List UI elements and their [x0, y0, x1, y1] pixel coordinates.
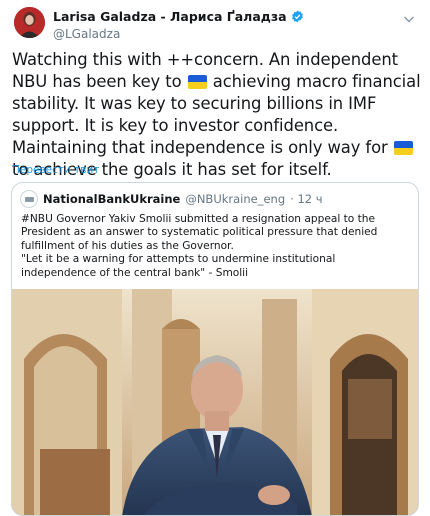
quoted-tweet-header: NationalBankUkraine @NBUkraine_eng · 12 … — [20, 190, 323, 208]
avatar-photo — [14, 7, 45, 38]
quoted-avatar — [20, 190, 38, 208]
display-name[interactable]: Larisa Galadza - Лариса Ґаладза — [53, 9, 287, 24]
quoted-tweet[interactable]: NationalBankUkraine @NBUkraine_eng · 12 … — [11, 182, 419, 516]
ukraine-flag-emoji — [187, 75, 207, 89]
tweet-header: Larisa Galadza - Лариса Ґаладза @LGaladz… — [53, 9, 390, 41]
quoted-user-handle: @NBUkraine_eng — [185, 192, 286, 206]
quoted-tweet-text: #NBU Governor Yakiv Smolii submitted a r… — [21, 213, 378, 279]
quoted-display-name: NationalBankUkraine — [43, 192, 181, 206]
name-line: Larisa Galadza - Лариса Ґаладза — [53, 9, 390, 24]
translate-tweet-link[interactable]: Перевести твит — [12, 164, 99, 176]
quoted-tweet-photo[interactable] — [12, 289, 418, 515]
tweet: Larisa Galadza - Лариса Ґаладза @LGaladz… — [0, 0, 430, 516]
quoted-timestamp: · 12 ч — [290, 192, 323, 206]
governor-portrait-image — [12, 289, 418, 515]
user-handle[interactable]: @LGaladza — [53, 27, 390, 41]
verified-badge-icon — [291, 10, 303, 23]
ukraine-flag-emoji — [393, 141, 413, 155]
avatar[interactable] — [14, 7, 45, 38]
chevron-down-icon[interactable] — [402, 12, 416, 26]
tweet-text: Watching this with ++concern. An indepen… — [12, 49, 424, 181]
